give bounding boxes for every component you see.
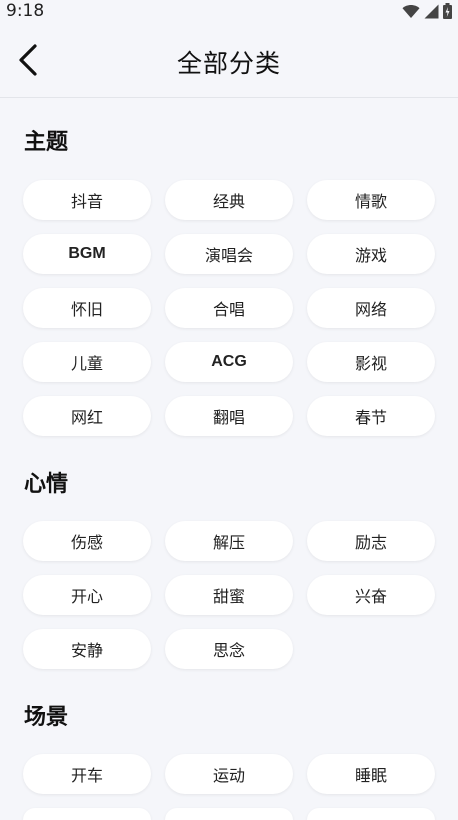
page-title: 全部分类: [176, 49, 281, 78]
chip-theme-children[interactable]: 儿童: [23, 342, 151, 382]
chip-scene-next-row[interactable]: [23, 808, 151, 820]
chip-scene-sleep[interactable]: 睡眠: [307, 754, 435, 794]
chip-theme-classic[interactable]: 经典: [165, 180, 293, 220]
chip-mood-missing[interactable]: 思念: [165, 629, 293, 669]
chip-theme-acg[interactable]: ACG: [165, 342, 293, 382]
cellular-signal-icon: [424, 4, 439, 23]
chip-scene-next-row[interactable]: [307, 808, 435, 820]
wifi-icon: [402, 4, 420, 23]
header-bar: 全部分类: [0, 24, 458, 98]
chip-theme-games[interactable]: 游戏: [307, 234, 435, 274]
chip-theme-chorus[interactable]: 合唱: [165, 288, 293, 328]
chip-theme-nostalgia[interactable]: 怀旧: [23, 288, 151, 328]
chip-mood-excited[interactable]: 兴奋: [307, 575, 435, 615]
section-title-mood: 心情: [24, 472, 69, 497]
section-title-scene: 场景: [24, 705, 69, 730]
chip-mood-quiet[interactable]: 安静: [23, 629, 151, 669]
battery-icon: [443, 3, 452, 23]
chip-scene-driving[interactable]: 开车: [23, 754, 151, 794]
chip-scene-next-row[interactable]: [165, 808, 293, 820]
chip-mood-inspirational[interactable]: 励志: [307, 521, 435, 561]
chip-mood-stress-relief[interactable]: 解压: [165, 521, 293, 561]
chip-mood-happy[interactable]: 开心: [23, 575, 151, 615]
chip-theme-bgm[interactable]: BGM: [23, 234, 151, 274]
chip-theme-spring-festival[interactable]: 春节: [307, 396, 435, 436]
chip-theme-love-songs[interactable]: 情歌: [307, 180, 435, 220]
chip-theme-douyin[interactable]: 抖音: [23, 180, 151, 220]
chip-theme-influencer[interactable]: 网红: [23, 396, 151, 436]
chip-mood-sweet[interactable]: 甜蜜: [165, 575, 293, 615]
section-title-theme: 主题: [24, 130, 69, 155]
status-time: 9:18: [6, 1, 45, 21]
status-icons: [402, 3, 452, 23]
chip-theme-covers[interactable]: 翻唱: [165, 396, 293, 436]
status-bar: 9:18: [0, 0, 458, 24]
chip-theme-concert[interactable]: 演唱会: [165, 234, 293, 274]
chip-scene-sports[interactable]: 运动: [165, 754, 293, 794]
chip-theme-internet[interactable]: 网络: [307, 288, 435, 328]
chip-theme-film-tv[interactable]: 影视: [307, 342, 435, 382]
chip-mood-sad[interactable]: 伤感: [23, 521, 151, 561]
